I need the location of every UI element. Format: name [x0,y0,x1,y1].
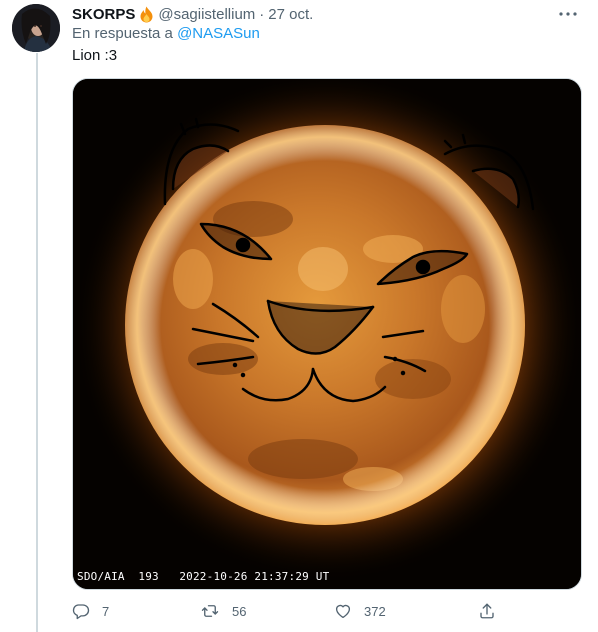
reply-context: En respuesta a @NASASun [72,25,260,42]
like-count: 372 [364,603,386,619]
thread-line [36,53,38,632]
heart-icon [335,604,351,619]
author-handle[interactable]: @sagiistellium [158,6,255,23]
share-upload-icon [480,603,494,619]
retweet-button[interactable]: 56 [200,600,246,622]
like-button[interactable]: 372 [334,600,386,622]
tweet-text: Lion :3 [72,47,118,64]
avatar[interactable] [12,4,60,52]
reply-to-link[interactable]: @NASASun [177,25,260,42]
tweet-date[interactable]: 27 oct. [268,6,313,23]
more-dots-icon [559,12,577,16]
sdo-caption: SDO/AIA 193 2022-10-26 21:37:29 UT [77,570,330,583]
reply-count: 7 [102,603,110,619]
avatar-image [12,4,60,52]
reply-button[interactable]: 7 [72,600,109,622]
tweet-media[interactable]: SDO/AIA 193 2022-10-26 21:37:29 UT [72,78,582,590]
share-button[interactable] [478,600,496,622]
sun-lion-image [73,79,581,589]
retweet-count: 56 [232,603,247,619]
more-options-button[interactable] [556,4,580,24]
reply-bubble-icon [72,604,90,620]
header-separator: · [259,5,265,23]
tweet-actions: 7 56 372 [72,600,512,622]
tweet-header: SKORPS @sagiistellium · 27 oct. [72,4,313,24]
reply-prefix: En respuesta a [72,25,173,42]
fire-emoji-icon [139,6,154,23]
retweet-icon [201,605,219,617]
author-display-name[interactable]: SKORPS [72,6,135,23]
